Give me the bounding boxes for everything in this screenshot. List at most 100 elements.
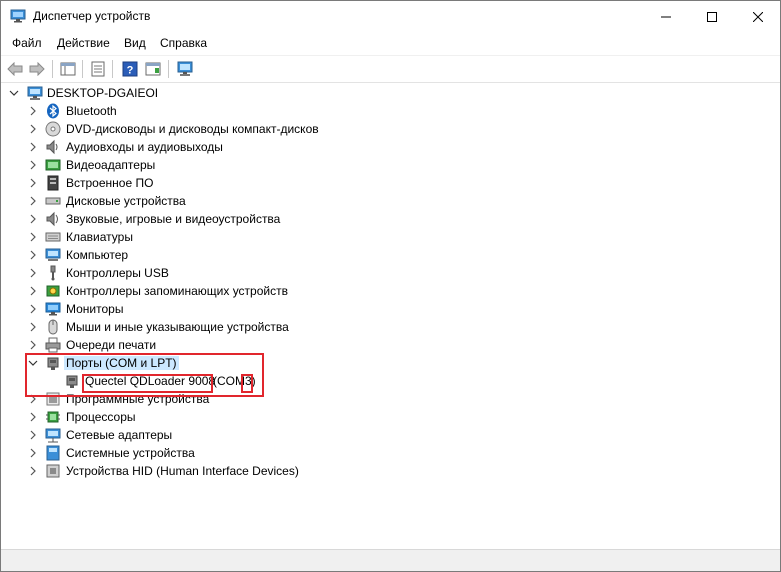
chevron-right-icon[interactable] [27, 303, 39, 315]
tree-category-label: Контроллеры USB [66, 266, 169, 280]
tree-root-label: DESKTOP-DGAIEOI [47, 86, 159, 100]
firmware-icon [45, 175, 61, 191]
highlight-box-device-name [82, 374, 213, 393]
toolbar-separator [168, 60, 169, 78]
tree-category-label: Компьютер [66, 248, 129, 262]
menu-file[interactable]: Файл [12, 36, 42, 50]
properties-icon[interactable] [88, 59, 108, 79]
tree-category-row[interactable]: Контроллеры USB [1, 264, 780, 282]
tree-category-label: Процессоры [66, 410, 136, 424]
tree-category-label: Системные устройства [66, 446, 195, 460]
chevron-right-icon[interactable] [27, 177, 39, 189]
tree-category-row[interactable]: Дисковые устройства [1, 192, 780, 210]
chevron-down-icon[interactable] [8, 87, 20, 99]
tree-category-row[interactable]: Системные устройства [1, 444, 780, 462]
svg-text:?: ? [127, 65, 134, 77]
tree-category-label: Дисковые устройства [66, 194, 186, 208]
keyboard-icon [45, 229, 61, 245]
tree-category-label: Аудиовходы и аудиовыходы [66, 140, 223, 154]
close-button[interactable] [735, 1, 780, 32]
printer-icon [45, 337, 61, 353]
tree-category-row[interactable]: Процессоры [1, 408, 780, 426]
chevron-right-icon[interactable] [27, 231, 39, 243]
tree-category-label: Сетевые адаптеры [66, 428, 173, 442]
dvd-drive-icon [45, 121, 61, 137]
title-bar[interactable]: Диспетчер устройств [1, 1, 780, 32]
display-adapter-icon [45, 157, 61, 173]
highlight-box-port-number [241, 374, 253, 393]
tree-category-label: Устройства HID (Human Interface Devices) [66, 464, 299, 478]
chevron-right-icon[interactable] [27, 195, 39, 207]
tree-category-label: Встроенное ПО [66, 176, 154, 190]
system-device-icon [45, 445, 61, 461]
device-tree: DESKTOP-DGAIEOI Bluetooth DVD-дисководы и… [1, 83, 780, 548]
menu-action[interactable]: Действие [57, 36, 110, 50]
toolbar-separator [82, 60, 83, 78]
chevron-right-icon[interactable] [27, 429, 39, 441]
tree-category-label: Мыши и иные указывающие устройства [66, 320, 289, 334]
monitor-icon [45, 301, 61, 317]
chevron-right-icon[interactable] [27, 447, 39, 459]
toolbar: ? [1, 55, 780, 83]
mouse-icon [45, 319, 61, 335]
toolbar-separator [52, 60, 53, 78]
chevron-right-icon[interactable] [27, 267, 39, 279]
computer-root-icon [27, 85, 43, 101]
hid-icon [45, 463, 61, 479]
tree-category-label: Bluetooth [66, 104, 117, 118]
chevron-right-icon[interactable] [27, 123, 39, 135]
chevron-right-icon[interactable] [27, 321, 39, 333]
menu-bar: Файл Действие Вид Справка [1, 32, 780, 54]
tree-category-row[interactable]: Клавиатуры [1, 228, 780, 246]
tree-category-row[interactable]: Звуковые, игровые и видеоустройства [1, 210, 780, 228]
maximize-button[interactable] [689, 1, 735, 32]
minimize-button[interactable] [643, 1, 689, 32]
tree-category-row[interactable]: Bluetooth [1, 102, 780, 120]
tree-category-row[interactable]: DVD-дисководы и дисководы компакт-дисков [1, 120, 780, 138]
tree-category-label: Очереди печати [66, 338, 157, 352]
storage-controller-icon [45, 283, 61, 299]
help-icon[interactable]: ? [120, 59, 140, 79]
tree-category-label: Контроллеры запоминающих устройств [66, 284, 288, 298]
status-bar [1, 549, 780, 571]
menu-view[interactable]: Вид [124, 36, 146, 50]
tree-category-row[interactable]: Аудиовходы и аудиовыходы [1, 138, 780, 156]
computer-icon [45, 247, 61, 263]
tree-category-row[interactable]: Очереди печати [1, 336, 780, 354]
scan-hardware-icon[interactable] [175, 59, 195, 79]
chevron-right-icon[interactable] [27, 213, 39, 225]
chevron-right-icon[interactable] [27, 285, 39, 297]
tree-category-label: Клавиатуры [66, 230, 133, 244]
tree-category-row[interactable]: Контроллеры запоминающих устройств [1, 282, 780, 300]
menu-help[interactable]: Справка [160, 36, 207, 50]
action-pane-icon[interactable] [143, 59, 163, 79]
tree-category-row[interactable]: Компьютер [1, 246, 780, 264]
sound-icon [45, 211, 61, 227]
chevron-right-icon[interactable] [27, 159, 39, 171]
chevron-right-icon[interactable] [27, 249, 39, 261]
chevron-right-icon[interactable] [27, 339, 39, 351]
window-title: Диспетчер устройств [33, 9, 151, 23]
tree-category-row[interactable]: Сетевые адаптеры [1, 426, 780, 444]
chevron-right-icon[interactable] [27, 141, 39, 153]
chevron-right-icon[interactable] [27, 411, 39, 423]
tree-category-row[interactable]: Мыши и иные указывающие устройства [1, 318, 780, 336]
chevron-right-icon[interactable] [27, 105, 39, 117]
toolbar-separator [112, 60, 113, 78]
tree-category-row[interactable]: Встроенное ПО [1, 174, 780, 192]
show-hide-console-tree-icon[interactable] [58, 59, 78, 79]
tree-root-row[interactable]: DESKTOP-DGAIEOI [1, 84, 780, 102]
tree-category-row[interactable]: Устройства HID (Human Interface Devices) [1, 462, 780, 480]
processor-icon [45, 409, 61, 425]
tree-category-label: Видеоадаптеры [66, 158, 156, 172]
forward-arrow-icon[interactable] [27, 59, 47, 79]
tree-category-label: Звуковые, игровые и видеоустройства [66, 212, 281, 226]
tree-category-row[interactable]: Мониторы [1, 300, 780, 318]
audio-io-icon [45, 139, 61, 155]
network-adapter-icon [45, 427, 61, 443]
tree-category-label: DVD-дисководы и дисководы компакт-дисков [66, 122, 319, 136]
tree-category-row[interactable]: Видеоадаптеры [1, 156, 780, 174]
usb-icon [45, 265, 61, 281]
chevron-right-icon[interactable] [27, 465, 39, 477]
back-arrow-icon[interactable] [5, 59, 25, 79]
